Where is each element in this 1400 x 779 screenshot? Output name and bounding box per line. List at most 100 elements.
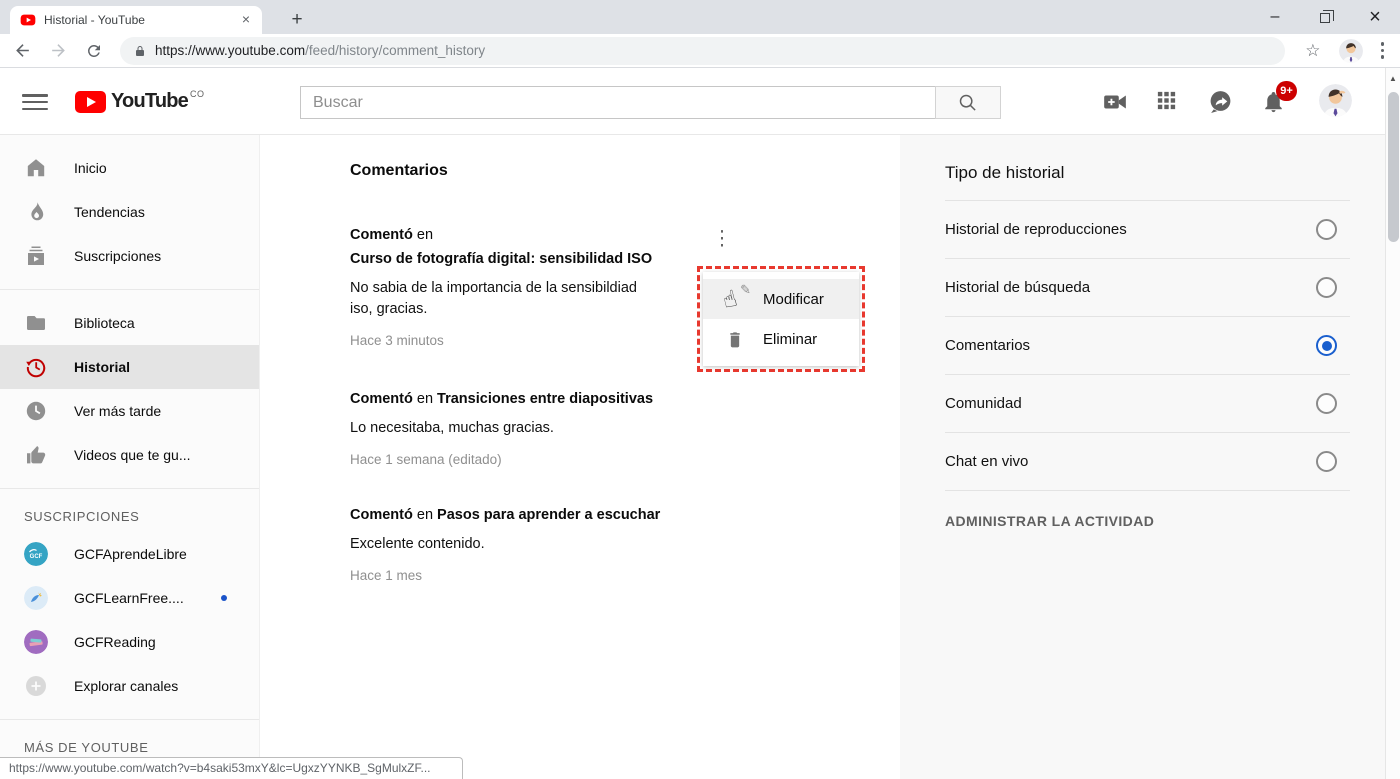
status-link-preview: https://www.youtube.com/watch?v=b4saki53… [0, 757, 463, 779]
sidebar-item-historial[interactable]: Historial [0, 345, 259, 389]
country-code: CO [190, 89, 205, 99]
back-button[interactable] [8, 37, 36, 65]
url-path: /feed/history/comment_history [305, 43, 485, 58]
sidebar-item-tendencias[interactable]: Tendencias [0, 190, 259, 234]
create-video-icon[interactable] [1102, 89, 1126, 113]
tab-close-icon[interactable]: × [238, 12, 254, 28]
feed-heading: Comentarios [350, 161, 900, 181]
search-icon [957, 92, 979, 114]
comment-entry[interactable]: Comentó en Pasos para aprender a escucha… [350, 503, 900, 586]
minimize-button[interactable]: – [1250, 0, 1300, 34]
forward-icon [49, 41, 68, 60]
back-icon [13, 41, 32, 60]
option-historial-de-reproducciones[interactable]: Historial de reproducciones [945, 200, 1350, 258]
comment-action: Comentó [350, 391, 413, 407]
radio-unchecked[interactable] [1316, 393, 1337, 414]
browser-tab[interactable]: Historial - YouTube × [10, 6, 262, 34]
close-button[interactable]: × [1350, 0, 1400, 34]
radio-unchecked[interactable] [1316, 451, 1337, 472]
chrome-profile-avatar[interactable] [1339, 39, 1363, 63]
radio-unchecked[interactable] [1316, 277, 1337, 298]
youtube-masthead: YouTube CO 9+ [0, 68, 1400, 135]
forward-button[interactable] [44, 37, 72, 65]
manage-activity-link[interactable]: ADMINISTRAR LA ACTIVIDAD [945, 490, 1350, 529]
sidebar-channel-gcfreading[interactable]: GCFReading [0, 620, 259, 664]
option-comunidad[interactable]: Comunidad [945, 374, 1350, 432]
sidebar-item-suscripciones[interactable]: Suscripciones [0, 234, 259, 278]
url-origin: https://www.youtube.com [155, 43, 305, 58]
comment-timestamp: Hace 1 mes [350, 566, 900, 586]
radio-checked[interactable] [1316, 335, 1337, 356]
sidebar-item-biblioteca[interactable]: Biblioteca [0, 301, 259, 345]
sidebar-item-ver-mas-tarde[interactable]: Ver más tarde [0, 389, 259, 433]
comment-action: Comentó [350, 507, 413, 523]
menu-item-modificar[interactable]: ✎ ☝ Modificar [703, 279, 859, 319]
subscriptions-header: SUSCRIPCIONES [0, 500, 259, 532]
comment-video-title[interactable]: Pasos para aprender a escuchar [437, 507, 660, 523]
scrollbar-thumb[interactable] [1388, 92, 1399, 242]
browser-titlebar: Historial - YouTube × + – × [0, 0, 1400, 34]
restore-icon [1320, 13, 1330, 23]
comment-connector: en [417, 507, 433, 523]
comment-video-title[interactable]: Transiciones entre diapositivas [437, 391, 653, 407]
option-comentarios[interactable]: Comentarios [945, 316, 1350, 374]
search-bar [300, 86, 1001, 119]
sidebar-channel-gcflearnfree[interactable]: GCFLearnFree.... [0, 576, 259, 620]
option-chat-en-vivo[interactable]: Chat en vivo [945, 432, 1350, 490]
toolbar-right: ☆ [1295, 36, 1394, 65]
refresh-button[interactable] [80, 37, 108, 65]
sidebar-item-videos-que-te-gustaron[interactable]: Videos que te gu... [0, 433, 259, 477]
subscriptions-icon [24, 244, 48, 268]
tab-title: Historial - YouTube [44, 13, 238, 27]
comment-context-menu: ✎ ☝ Modificar Eliminar [703, 272, 859, 366]
chrome-menu-icon[interactable] [1371, 36, 1395, 65]
history-icon [24, 355, 48, 379]
comments-feed: Comentarios Comentó en Curso de fotograf… [261, 135, 900, 779]
guide-menu-icon[interactable] [22, 94, 48, 110]
option-historial-de-busqueda[interactable]: Historial de búsqueda [945, 258, 1350, 316]
apps-grid-icon[interactable] [1155, 89, 1179, 113]
comment-timestamp: Hace 1 semana (editado) [350, 450, 900, 470]
radio-unchecked[interactable] [1316, 219, 1337, 240]
trash-icon [723, 325, 749, 353]
bookmark-star-icon[interactable]: ☆ [1305, 41, 1320, 61]
comment-entry[interactable]: Comentó en Transiciones entre diapositiv… [350, 387, 900, 470]
sidebar-divider [0, 719, 259, 720]
new-tab-button[interactable]: + [284, 8, 310, 32]
comment-connector: en [417, 391, 433, 407]
page-scrollbar[interactable]: ▲ [1385, 68, 1400, 779]
sidebar-channel-gcfaprendelibre[interactable]: GCF GCFAprendeLibre [0, 532, 259, 576]
sidebar-item-explorar-canales[interactable]: Explorar canales [0, 664, 259, 708]
new-content-dot [221, 595, 227, 601]
sidebar-item-inicio[interactable]: Inicio [0, 146, 259, 190]
sidebar-divider [0, 488, 259, 489]
youtube-play-icon [75, 91, 106, 113]
account-avatar[interactable] [1319, 84, 1352, 117]
notifications-bell-icon[interactable]: 9+ [1261, 89, 1285, 113]
comment-options-kebab-icon[interactable]: ⋮ [712, 234, 732, 264]
history-type-panel: Tipo de historial Historial de reproducc… [900, 135, 1400, 779]
refresh-icon [85, 42, 103, 60]
hand-cursor-icon: ☝ [720, 286, 740, 315]
annotation-red-dashed-box: ✎ ☝ Modificar Eliminar [697, 266, 865, 372]
lock-icon [134, 44, 146, 58]
scroll-up-arrow-icon[interactable]: ▲ [1386, 68, 1400, 83]
explore-channels-plus-icon [24, 674, 48, 698]
messages-icon[interactable] [1208, 89, 1232, 113]
youtube-logo[interactable]: YouTube CO [75, 90, 204, 113]
window-controls: – × [1250, 0, 1400, 34]
search-button[interactable] [935, 86, 1001, 119]
notification-badge: 9+ [1276, 81, 1297, 101]
panel-title: Tipo de historial [945, 162, 1350, 184]
home-icon [24, 156, 48, 180]
channel-avatar [24, 586, 48, 610]
edit-pencil-icon: ✎ ☝ [723, 285, 749, 313]
youtube-favicon-icon [20, 12, 36, 28]
address-bar[interactable]: https://www.youtube.com/feed/history/com… [120, 37, 1285, 65]
page-content: Inicio Tendencias Suscripciones Bibliote… [0, 135, 1400, 779]
menu-item-eliminar[interactable]: Eliminar [703, 319, 859, 359]
restore-button[interactable] [1300, 0, 1350, 34]
comment-action: Comentó [350, 227, 413, 243]
search-input[interactable] [300, 86, 935, 119]
sidebar-divider [0, 289, 259, 290]
